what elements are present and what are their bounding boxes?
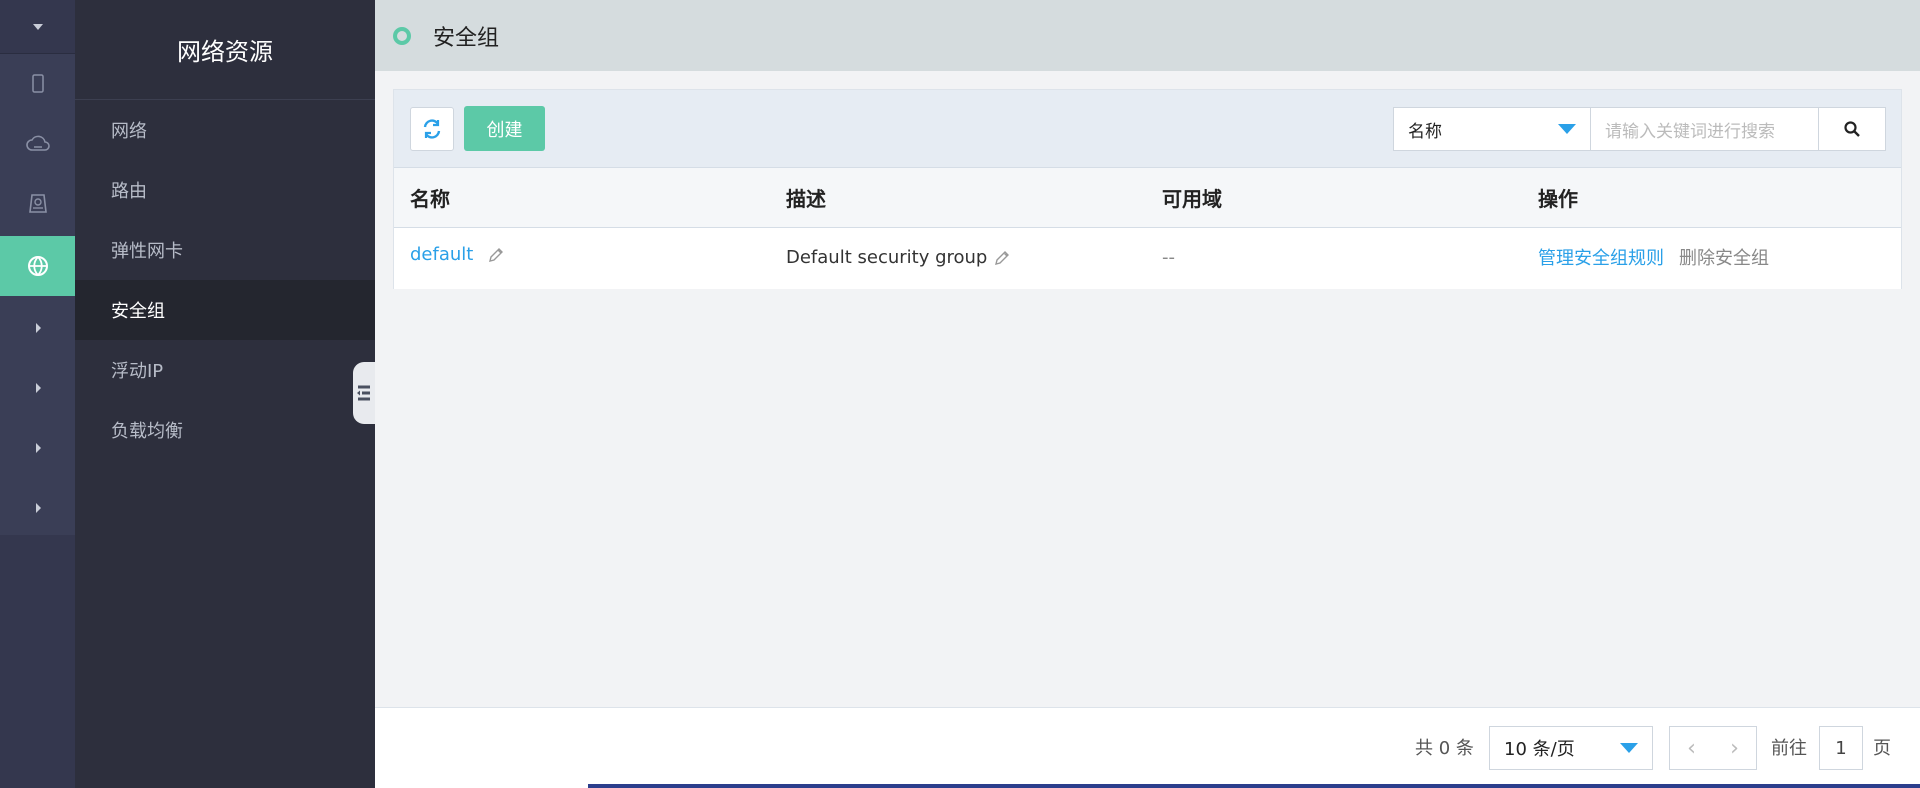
collapse-menu-icon — [357, 385, 370, 401]
rail-item-storage[interactable] — [0, 174, 75, 234]
cell-name: default — [410, 244, 505, 265]
secondary-sidebar: 网络资源 网络 路由 弹性网卡 安全组 浮动IP 负载均衡 — [75, 0, 375, 788]
create-button[interactable]: 创建 — [464, 106, 545, 151]
chevron-down-icon — [1558, 124, 1576, 134]
main-content: 安全组 创建 名称 请输入关键词进行搜索 名称 描述 可用域 操作 defaul… — [375, 0, 1920, 788]
rail-item-expand-4[interactable] — [0, 478, 75, 538]
caret-right-icon — [35, 443, 41, 453]
icon-rail — [0, 0, 75, 788]
security-group-panel: 创建 名称 请输入关键词进行搜索 名称 描述 可用域 操作 default De… — [393, 89, 1902, 289]
rail-group — [0, 54, 75, 535]
rail-item-network[interactable] — [0, 236, 75, 296]
delete-security-group-link[interactable]: 删除安全组 — [1679, 244, 1769, 270]
search-input[interactable]: 请输入关键词进行搜索 — [1591, 107, 1819, 151]
toolbar: 创建 名称 请输入关键词进行搜索 — [394, 90, 1901, 168]
next-page-icon[interactable]: › — [1730, 736, 1739, 761]
cell-actions: 管理安全组规则 删除安全组 — [1538, 244, 1769, 270]
caret-down-icon — [32, 23, 43, 30]
cell-zone: -- — [1162, 247, 1175, 268]
refresh-button[interactable] — [410, 106, 454, 151]
chevron-down-icon — [1620, 743, 1638, 753]
page-unit-label: 页 — [1873, 738, 1891, 759]
prev-page-icon[interactable]: ‹ — [1687, 736, 1696, 761]
rail-collapse-toggle[interactable] — [0, 0, 75, 54]
sidebar-item-floating-ip[interactable]: 浮动IP — [75, 340, 375, 400]
rail-item-expand-1[interactable] — [0, 298, 75, 358]
bottom-strip — [588, 784, 1920, 788]
globe-icon — [27, 256, 48, 276]
page-number-input[interactable]: 1 — [1819, 726, 1863, 770]
page-size-value: 10 条/页 — [1504, 739, 1575, 760]
sidebar-item-security-group[interactable]: 安全组 — [75, 280, 375, 340]
sidebar-title: 网络资源 — [75, 0, 375, 100]
search-button[interactable] — [1819, 107, 1886, 151]
page-header: 安全组 — [375, 0, 1920, 71]
pagination-bar: 共 0 条 10 条/页 ‹ › 前往 1 页 — [375, 707, 1920, 788]
cloud-icon — [25, 135, 50, 151]
sidebar-item-load-balancer[interactable]: 负载均衡 — [75, 400, 375, 460]
edit-name-icon[interactable] — [487, 246, 505, 264]
caret-right-icon — [35, 383, 41, 393]
column-header-zone: 可用域 — [1162, 187, 1222, 211]
total-count: 共 0 条 — [1415, 738, 1474, 759]
cell-description: Default security group — [786, 247, 1011, 268]
search-field-value: 名称 — [1408, 121, 1442, 142]
manage-rules-link[interactable]: 管理安全组规则 — [1538, 244, 1664, 270]
storage-icon — [28, 194, 47, 213]
refresh-icon — [423, 118, 441, 139]
caret-right-icon — [35, 503, 41, 513]
sidebar-collapse-button[interactable] — [353, 362, 375, 424]
phone-icon — [31, 74, 44, 93]
table-header: 名称 描述 可用域 操作 — [394, 168, 1901, 228]
status-ring-icon — [393, 26, 411, 45]
security-group-name-link[interactable]: default — [410, 244, 473, 265]
rail-item-compute[interactable] — [0, 54, 75, 114]
column-header-description: 描述 — [786, 187, 826, 211]
caret-right-icon — [35, 323, 41, 333]
sidebar-item-router[interactable]: 路由 — [75, 160, 375, 220]
column-header-actions: 操作 — [1538, 187, 1578, 211]
search-group: 名称 请输入关键词进行搜索 — [1393, 107, 1886, 151]
sidebar-item-network[interactable]: 网络 — [75, 100, 375, 160]
rail-item-expand-2[interactable] — [0, 358, 75, 418]
goto-label: 前往 — [1771, 738, 1807, 759]
page-title: 安全组 — [433, 25, 500, 51]
edit-description-icon[interactable] — [993, 249, 1011, 267]
pager: ‹ › — [1669, 726, 1757, 770]
sidebar-item-elastic-nic[interactable]: 弹性网卡 — [75, 220, 375, 280]
search-field-select[interactable]: 名称 — [1393, 107, 1591, 151]
column-header-name: 名称 — [410, 187, 450, 211]
page-size-select[interactable]: 10 条/页 — [1489, 726, 1653, 770]
table-row: default Default security group -- 管理安全组规… — [394, 229, 1901, 289]
description-text: Default security group — [786, 247, 988, 268]
rail-item-cloud[interactable] — [0, 114, 75, 174]
rail-item-expand-3[interactable] — [0, 418, 75, 478]
search-icon — [1844, 121, 1860, 137]
